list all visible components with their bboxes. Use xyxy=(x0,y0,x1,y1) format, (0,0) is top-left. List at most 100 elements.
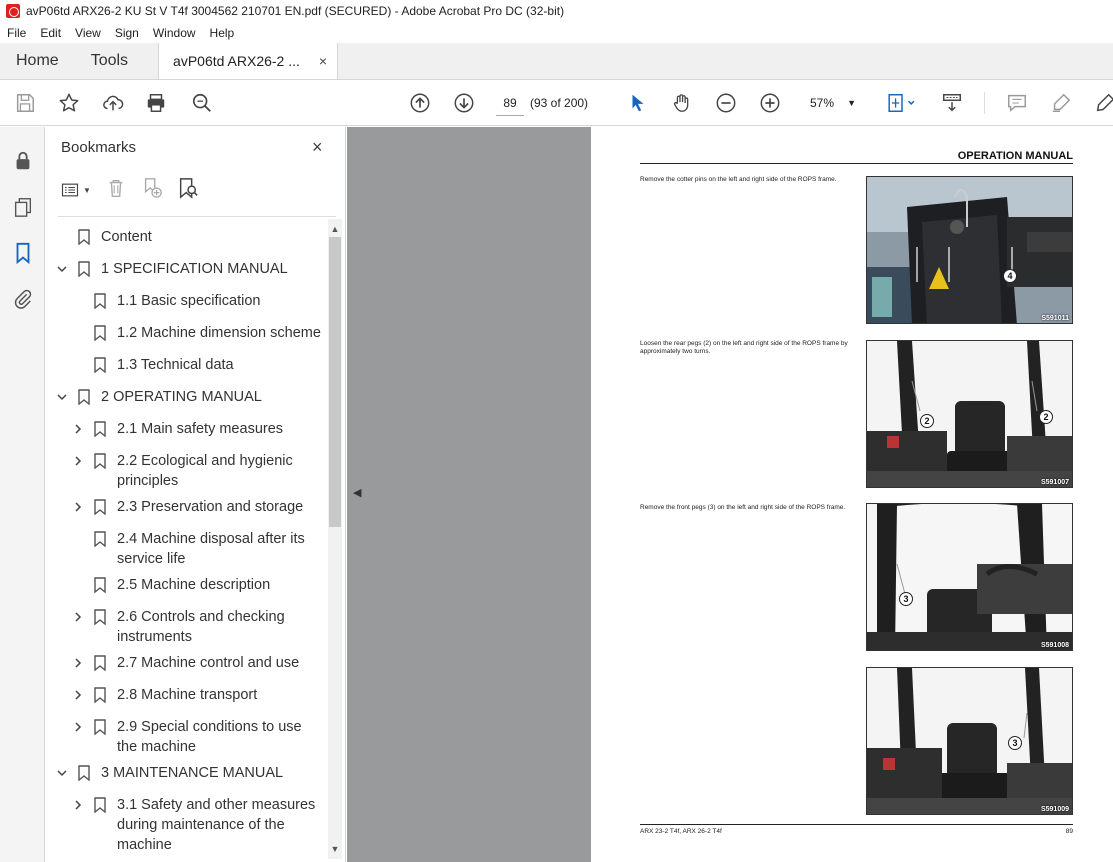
step-text: Remove the front pegs (3) on the left an… xyxy=(640,504,846,511)
zoom-level-select[interactable]: 57% ▼ xyxy=(800,90,862,116)
delete-bookmark-icon[interactable] xyxy=(105,177,127,204)
bookmarks-toolbar: ▼ xyxy=(60,177,199,203)
page-number-input[interactable]: 89 xyxy=(496,90,524,116)
new-bookmark-icon[interactable] xyxy=(141,177,163,204)
bookmarks-panel: Bookmarks × ▼ Content 1 SPECIFICATION MAN… xyxy=(46,127,346,862)
bookmark-icon xyxy=(94,499,106,516)
upload-cloud-icon[interactable] xyxy=(101,91,125,115)
chevron-down-icon[interactable] xyxy=(55,764,69,782)
toolbar-separator xyxy=(984,92,985,114)
zoom-in-icon[interactable] xyxy=(758,91,782,115)
previous-page-icon[interactable] xyxy=(408,91,432,115)
bookmark-label: 2.7 Machine control and use xyxy=(117,655,300,671)
bookmark-label: 2.8 Machine transport xyxy=(117,687,258,703)
tab-tools[interactable]: Tools xyxy=(75,43,144,79)
next-page-icon[interactable] xyxy=(452,91,476,115)
scrolling-mode-icon[interactable] xyxy=(940,91,964,115)
bookmark-icon xyxy=(94,293,106,310)
chevron-down-icon: ▼ xyxy=(83,185,91,195)
bookmark-icon xyxy=(94,719,106,736)
bookmark-label: 1.2 Machine dimension scheme xyxy=(117,325,321,341)
lock-icon[interactable] xyxy=(11,149,35,173)
photo-front-pegs-right: 3 S591009 xyxy=(866,667,1073,815)
bookmark-panel-icon[interactable] xyxy=(11,241,35,265)
find-bookmark-icon[interactable] xyxy=(177,177,199,204)
scroll-down-icon[interactable]: ▼ xyxy=(328,841,342,857)
bookmark-label: 1 SPECIFICATION MANUAL xyxy=(101,261,288,277)
bookmark-label: 2.2 Ecological and hygienic principles xyxy=(117,453,293,489)
attachment-icon[interactable] xyxy=(11,287,35,311)
select-cursor-icon[interactable] xyxy=(626,91,650,115)
divider xyxy=(58,216,336,217)
menu-edit[interactable]: Edit xyxy=(33,26,68,40)
photo-rear-pegs: 2 2 S591007 xyxy=(866,340,1073,488)
highlight-pen-icon[interactable] xyxy=(1049,91,1073,115)
footer-rule xyxy=(640,824,1073,825)
navigation-rail xyxy=(0,127,45,862)
main-toolbar: 89 (93 of 200) 57% ▼ xyxy=(0,80,1113,126)
bookmark-icon xyxy=(78,389,90,406)
bookmark-icon xyxy=(94,325,106,342)
fit-page-icon[interactable] xyxy=(884,91,920,115)
zoom-out-icon[interactable] xyxy=(714,91,738,115)
chevron-down-icon[interactable] xyxy=(55,260,69,278)
zoom-level-value: 57% xyxy=(810,96,835,110)
page-thumbnails-icon[interactable] xyxy=(11,195,35,219)
chevron-right-icon[interactable] xyxy=(71,498,85,516)
chevron-down-icon[interactable] xyxy=(55,388,69,406)
menu-help[interactable]: Help xyxy=(203,26,242,40)
bookmark-label: 2.1 Main safety measures xyxy=(117,421,284,437)
print-icon[interactable] xyxy=(144,91,168,115)
bookmark-label: 1.3 Technical data xyxy=(117,357,234,373)
pdf-page: OPERATION MANUAL Remove the cotter pins … xyxy=(591,127,1113,862)
bookmarks-title: Bookmarks xyxy=(61,139,137,156)
close-tab-icon[interactable]: × xyxy=(319,53,327,69)
page-footer-models: ARX 23-2 T4f, ARX 26-2 T4f xyxy=(640,828,722,835)
menu-view[interactable]: View xyxy=(68,26,108,40)
bookmark-label: 2.6 Controls and checking instruments xyxy=(117,609,285,645)
star-icon[interactable] xyxy=(57,91,81,115)
tab-home[interactable]: Home xyxy=(0,43,75,79)
menu-sign[interactable]: Sign xyxy=(108,26,146,40)
hand-tool-icon[interactable] xyxy=(670,91,694,115)
tab-document[interactable]: avP06td ARX26-2 ... × xyxy=(158,43,339,79)
header-rule xyxy=(640,163,1073,164)
chevron-right-icon[interactable] xyxy=(71,452,85,470)
chevron-right-icon[interactable] xyxy=(71,796,85,814)
chevron-right-icon[interactable] xyxy=(71,718,85,736)
callout-marker: 3 xyxy=(1008,736,1022,750)
close-panel-icon[interactable]: × xyxy=(312,137,323,158)
image-code: S591011 xyxy=(1041,315,1069,322)
bookmark-icon xyxy=(94,357,106,374)
scroll-up-icon[interactable]: ▲ xyxy=(328,221,342,237)
sign-pen-icon[interactable] xyxy=(1093,91,1113,115)
bookmark-label: 2.9 Special conditions to use the machin… xyxy=(117,719,302,755)
bookmark-icon xyxy=(78,765,90,782)
chevron-right-icon[interactable] xyxy=(71,654,85,672)
comment-icon[interactable] xyxy=(1005,91,1029,115)
bookmark-label: Content xyxy=(101,229,152,245)
bookmark-icon xyxy=(94,609,106,626)
bookmark-icon xyxy=(78,261,90,278)
tab-bar: Home Tools avP06td ARX26-2 ... × xyxy=(0,43,1113,80)
image-code: S591009 xyxy=(1040,806,1069,813)
collapse-panel-icon[interactable]: ◀ xyxy=(353,486,361,499)
chevron-right-icon[interactable] xyxy=(71,608,85,626)
menu-file[interactable]: File xyxy=(0,26,33,40)
scrollbar-thumb[interactable] xyxy=(329,237,341,527)
photo-front-pegs: 3 S591008 xyxy=(866,503,1073,651)
bookmark-icon xyxy=(94,655,106,672)
chevron-down-icon: ▼ xyxy=(847,98,856,108)
callout-marker: 2 xyxy=(1039,410,1053,424)
bookmark-icon xyxy=(94,531,106,548)
title-bar: avP06td ARX26-2 KU St V T4f 3004562 2107… xyxy=(0,0,1113,22)
image-code: S591008 xyxy=(1040,642,1069,649)
search-zoom-icon[interactable] xyxy=(190,91,214,115)
menu-window[interactable]: Window xyxy=(146,26,203,40)
options-menu-icon[interactable]: ▼ xyxy=(60,180,91,200)
image-code: S591007 xyxy=(1040,479,1069,486)
chevron-right-icon[interactable] xyxy=(71,420,85,438)
save-icon[interactable] xyxy=(13,91,37,115)
page-count-label: (93 of 200) xyxy=(530,96,589,110)
chevron-right-icon[interactable] xyxy=(71,686,85,704)
